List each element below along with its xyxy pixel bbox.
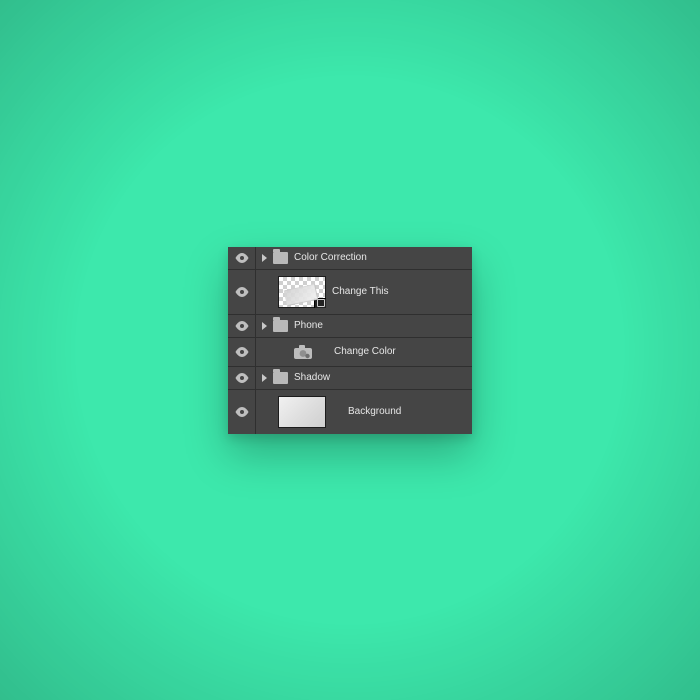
layer-label: Phone <box>294 320 323 331</box>
folder-icon <box>273 372 288 384</box>
folder-icon <box>273 252 288 264</box>
layers-panel: Color Correction Change This Phone <box>228 247 472 434</box>
layer-thumbnail[interactable] <box>278 276 326 308</box>
layer-label: Shadow <box>294 372 330 383</box>
layer-row-change-color[interactable]: Change Color <box>228 338 472 367</box>
visibility-toggle[interactable] <box>228 315 256 337</box>
disclosure-triangle-icon[interactable] <box>262 374 267 382</box>
layer-row-change-this[interactable]: Change This <box>228 270 472 315</box>
layer-row-color-correction[interactable]: Color Correction <box>228 247 472 270</box>
visibility-toggle[interactable] <box>228 367 256 389</box>
layer-thumbnail[interactable] <box>278 396 326 428</box>
layer-label: Background <box>348 406 401 417</box>
eye-icon <box>235 407 249 417</box>
smart-object-badge-icon <box>314 298 326 308</box>
layer-row-phone[interactable]: Phone <box>228 315 472 338</box>
disclosure-triangle-icon[interactable] <box>262 322 267 330</box>
visibility-toggle[interactable] <box>228 390 256 434</box>
eye-icon <box>235 373 249 383</box>
visibility-toggle[interactable] <box>228 338 256 366</box>
layer-label: Change This <box>332 286 389 297</box>
eye-icon <box>235 287 249 297</box>
eye-icon <box>235 347 249 357</box>
camera-icon <box>294 345 312 359</box>
eye-icon <box>235 253 249 263</box>
eye-icon <box>235 321 249 331</box>
layer-label: Change Color <box>334 346 396 357</box>
layer-row-shadow[interactable]: Shadow <box>228 367 472 390</box>
visibility-toggle[interactable] <box>228 270 256 314</box>
disclosure-triangle-icon[interactable] <box>262 254 267 262</box>
visibility-toggle[interactable] <box>228 247 256 269</box>
layer-label: Color Correction <box>294 252 367 263</box>
layer-row-background[interactable]: Background <box>228 390 472 434</box>
folder-icon <box>273 320 288 332</box>
